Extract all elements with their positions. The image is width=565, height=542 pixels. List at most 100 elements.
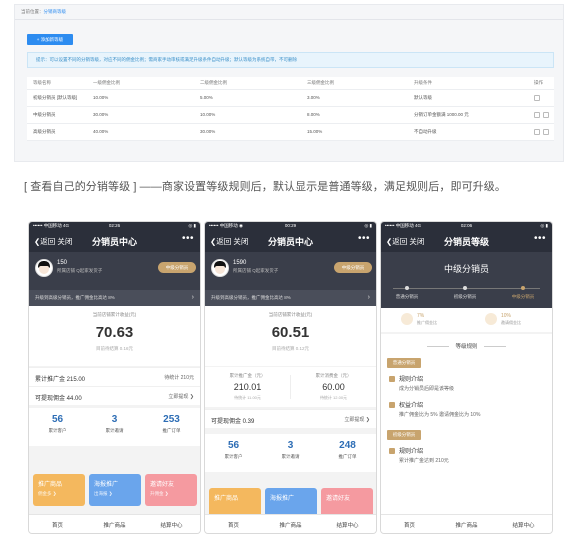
profile-header: 1590 所属店铺 Q起家发货子 中级分销员 升级到高级分销员，推广佣金比高达 … [205, 252, 376, 306]
battery-icon: ◎ ▮ [188, 223, 196, 228]
table-row: 高级分销员 40.00% 30.00% 15.00% 不自动升级 [27, 123, 554, 141]
card-title: 推广商品 [38, 482, 63, 488]
withdraw-row[interactable]: 可提现佣金 0.39 立即提现 ❯ [205, 409, 376, 428]
consume-total: 累计消费金（元） 60.00 待统计 12.00元 [291, 373, 376, 401]
cell-l1: 30.00% [87, 106, 194, 124]
cell-name: 初级分销员 [默认等级] [27, 89, 87, 107]
level-label-current[interactable]: 中级分销员 [503, 294, 543, 300]
card-title: 海报推广 [94, 482, 119, 488]
col-l3: 三级佣金比例 [301, 77, 408, 90]
stat-value: 248 [339, 440, 356, 451]
cell-name: 高级分销员 [27, 123, 87, 141]
stat-invites[interactable]: 3 累计邀请 [262, 440, 319, 460]
status-time: 02:06 [460, 223, 473, 228]
delete-icon[interactable] [543, 128, 549, 135]
edit-icon[interactable] [534, 94, 540, 101]
edit-icon[interactable] [534, 111, 540, 118]
level-label[interactable]: 初级分销员 [445, 294, 485, 300]
flag-icon [389, 402, 395, 409]
stat-value: 3 [111, 414, 118, 425]
consume-total-value: 60.00 [322, 382, 345, 392]
battery-icon: ◎ ▮ [540, 223, 548, 228]
invite-card[interactable]: 邀请好友 升佣金 ❯ [145, 474, 197, 506]
promote-goods-card[interactable]: 推广商品 佣金多 ❯ [33, 474, 85, 506]
tab-promote[interactable]: 推广商品 [438, 521, 495, 529]
stat-label: 推广订单 [338, 454, 357, 459]
action-cards: 推广商品 佣金多 ❯ 海报推广 出海报 ❯ 邀请好友 升佣金 ❯ [29, 470, 200, 510]
percent-icon [401, 313, 413, 325]
admin-panel: 当前位置：分销商等级 + 添加新等级 提示：可以设置不同的分销等级，对应不同的佣… [14, 4, 564, 162]
more-icon[interactable]: ••• [534, 233, 546, 244]
tab-bar: 首页 推广商品 结算中心 [205, 514, 376, 533]
upgrade-hint[interactable]: 升级到高级分销员，推广佣金比高达 8% › [29, 290, 200, 306]
stat-orders[interactable]: 253 推广订单 [143, 414, 200, 434]
invite-rate-value: 10% [501, 313, 512, 319]
tab-promote[interactable]: 推广商品 [262, 521, 319, 529]
current-level: 中级分销员 [443, 264, 489, 274]
rules-panel: 等级规则 普通分销员 规则介绍 成为分销员后即是该等级 权益介绍 推广佣金比为 … [381, 334, 552, 514]
withdraw-row[interactable]: 可提现佣金 44.00 立即提现 ❯ [29, 386, 200, 405]
stat-customers[interactable]: 56 累计客户 [29, 414, 86, 434]
stat-orders[interactable]: 248 推广订单 [319, 440, 376, 460]
more-icon[interactable]: ••• [182, 233, 194, 244]
cell-op [528, 123, 554, 141]
delete-icon[interactable] [543, 111, 549, 118]
benefit-text: 推广佣金比为 5% 邀请佣金比为 10% [399, 412, 481, 418]
rule-title: 规则介绍 [389, 446, 423, 455]
stat-label: 累计邀请 [281, 454, 300, 459]
level-button[interactable]: 中级分销员 [334, 262, 372, 273]
more-icon[interactable]: ••• [358, 233, 370, 244]
card-title: 海报推广 [270, 496, 295, 502]
stat-value: 56 [51, 414, 64, 425]
breadcrumb: 当前位置：分销商等级 [21, 9, 66, 15]
page-title: 分销员中心 [267, 237, 313, 247]
stat-invites[interactable]: 3 累计邀请 [86, 414, 143, 434]
edit-icon[interactable] [534, 128, 540, 135]
tab-settlement[interactable]: 结算中心 [143, 521, 200, 529]
level-tag: 普通分销员 [387, 358, 421, 368]
cell-l2: 30.00% [194, 123, 301, 141]
poster-card[interactable]: 海报推广 出海报 ❯ [89, 474, 141, 506]
level-button[interactable]: 中级分销员 [158, 262, 196, 273]
tab-home[interactable]: 首页 [205, 521, 262, 529]
col-l1: 一级佣金比例 [87, 77, 194, 90]
stat-label: 累计客户 [48, 428, 67, 433]
earnings-value: 70.63 [95, 324, 134, 341]
consume-total-label: 累计消费金（元） [315, 373, 352, 378]
cell-op [528, 89, 554, 107]
level-header: 中级分销员 普通分销员 初级分销员 中级分销员 [381, 252, 552, 308]
page-title: 分销员等级 [443, 237, 489, 247]
promo-total-row: 累计推广金 215.00 待统计 210元 [29, 367, 200, 386]
cell-l3: 3.00% [301, 89, 408, 107]
user-id: 1590 [233, 260, 247, 266]
tab-settlement[interactable]: 结算中心 [495, 521, 552, 529]
promo-rate-value: 7% [417, 313, 425, 319]
tab-home[interactable]: 首页 [381, 521, 438, 529]
tab-promote[interactable]: 推广商品 [86, 521, 143, 529]
withdraw-link[interactable]: 立即提现 ❯ [344, 416, 370, 423]
nav-bar: ❮返回 关闭 分销员中心 ••• [205, 230, 376, 252]
add-level-button[interactable]: + 添加新等级 [27, 34, 73, 45]
tab-home[interactable]: 首页 [29, 521, 86, 529]
tab-settlement[interactable]: 结算中心 [319, 521, 376, 529]
level-label[interactable]: 普通分销员 [387, 294, 427, 300]
upgrade-hint[interactable]: 升级到高级分销员，推广佣金比高达 8% › [205, 290, 376, 306]
col-l2: 二级佣金比例 [194, 77, 301, 90]
earnings-label: 当前店铺累计收益(元) [268, 312, 313, 317]
withdraw-link[interactable]: 立即提现 ❯ [168, 393, 194, 400]
level-tag: 初级分销员 [387, 430, 421, 440]
stat-value: 3 [287, 440, 294, 451]
consume-total-pending: 待统计 12.00元 [319, 395, 348, 400]
stat-customers[interactable]: 56 累计客户 [205, 440, 262, 460]
earnings-pending: 目前待结算 0.12元 [271, 346, 309, 351]
caption: [ 查看自己的分销等级 ] ——商家设置等级规则后，默认显示是普通等级，满足规则… [24, 181, 506, 193]
tab-bar: 首页 推广商品 结算中心 [381, 514, 552, 533]
level-table: 等级名称 一级佣金比例 二级佣金比例 三级佣金比例 升级条件 操作 初级分销员 … [27, 77, 554, 141]
nav-bar: ❮返回 关闭 分销员中心 ••• [29, 230, 200, 252]
cell-l2: 10.00% [194, 106, 301, 124]
breadcrumb-link[interactable]: 分销商等级 [44, 9, 67, 14]
level-dot [463, 286, 467, 290]
stats-row: 56 累计客户 3 累计邀请 253 推广订单 [29, 408, 200, 446]
earnings-panel: 当前店铺累计收益(元) 70.63 目前待结算 0.16元 [29, 306, 200, 366]
cell-cond: 分销订单金额满 1000.00 元 [408, 106, 528, 124]
